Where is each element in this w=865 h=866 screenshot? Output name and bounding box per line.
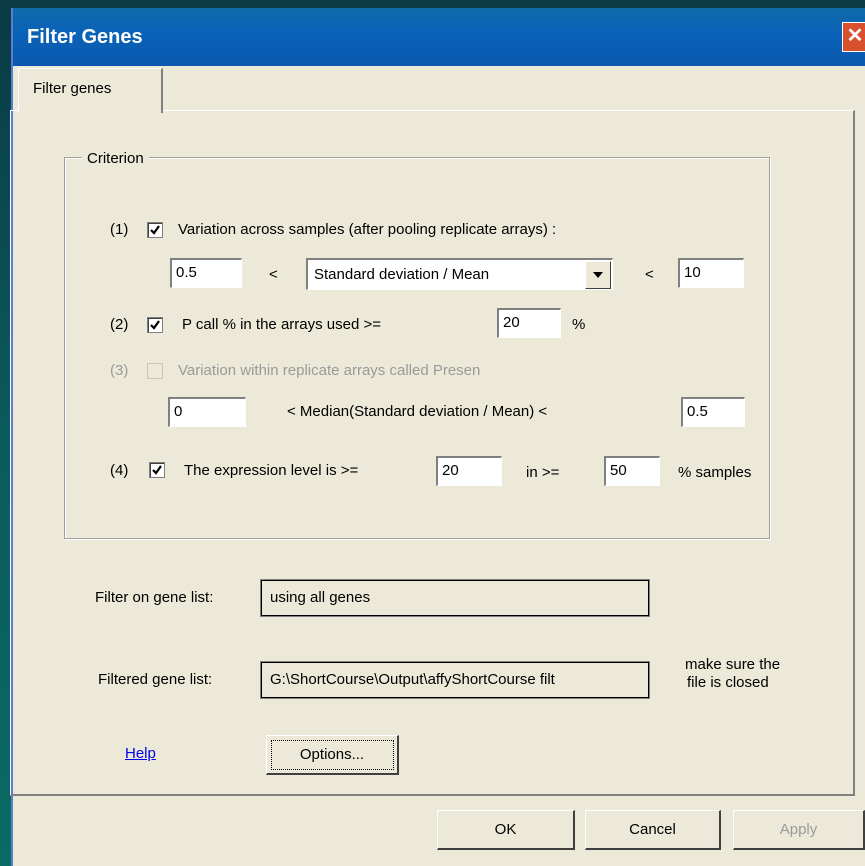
help-link[interactable]: Help xyxy=(125,745,156,762)
samples-unit: % samples xyxy=(678,464,752,481)
options-button[interactable]: Options... xyxy=(266,735,399,775)
criterion-4-checkbox[interactable] xyxy=(149,462,165,478)
dropdown-arrow-button[interactable] xyxy=(585,261,611,289)
criterion-legend: Criterion xyxy=(82,150,149,167)
filtered-gene-list-field[interactable]: G:\ShortCourse\Output\affyShortCourse fi… xyxy=(260,661,650,699)
criterion-1-checkbox[interactable] xyxy=(147,222,163,238)
replicate-variation-low-input[interactable]: 0 xyxy=(168,397,246,427)
window-title: Filter Genes xyxy=(27,26,143,48)
cancel-button[interactable]: Cancel xyxy=(585,810,721,850)
title-bar[interactable]: Filter Genes ✕ xyxy=(13,8,865,66)
variation-measure-select[interactable]: Standard deviation / Mean xyxy=(306,258,613,290)
criterion-1-number: (1) xyxy=(110,221,129,238)
criterion-group xyxy=(64,157,770,539)
criterion-2-checkbox[interactable] xyxy=(147,317,163,333)
criterion-3-checkbox[interactable] xyxy=(147,363,163,379)
criterion-3-number: (3) xyxy=(110,362,129,379)
file-closed-note-line1: make sure the xyxy=(685,656,781,673)
in-greater-equal-label: in >= xyxy=(526,464,560,481)
less-than-symbol: < xyxy=(269,266,278,283)
filter-on-gene-list-label: Filter on gene list: xyxy=(95,589,214,606)
close-icon: ✕ xyxy=(846,25,864,47)
filtered-gene-list-label: Filtered gene list: xyxy=(98,671,213,688)
replicate-variation-high-input[interactable]: 0.5 xyxy=(681,397,745,427)
less-than-symbol: < xyxy=(645,266,654,283)
file-closed-note-line2: file is closed xyxy=(687,674,769,691)
close-button[interactable]: ✕ xyxy=(842,22,865,52)
ok-button[interactable]: OK xyxy=(437,810,575,850)
p-call-percent-input[interactable]: 20 xyxy=(497,308,561,338)
criterion-2-number: (2) xyxy=(110,316,129,333)
criterion-2-label: P call % in the arrays used >= xyxy=(182,316,381,333)
sample-percent-input[interactable]: 50 xyxy=(604,456,660,486)
criterion-3-label: Variation within replicate arrays called… xyxy=(178,362,481,379)
percent-unit: % xyxy=(572,316,586,333)
checkmark-icon xyxy=(150,320,160,330)
checkmark-icon xyxy=(150,225,160,235)
checkmark-icon xyxy=(152,465,162,475)
chevron-down-icon xyxy=(593,272,603,278)
gene-list-field[interactable]: using all genes xyxy=(260,579,650,617)
variation-high-input[interactable]: 10 xyxy=(678,258,744,288)
criterion-4-label: The expression level is >= xyxy=(184,462,359,479)
criterion-4-number: (4) xyxy=(110,462,129,479)
apply-button[interactable]: Apply xyxy=(733,810,865,850)
tab-label: Filter genes xyxy=(33,80,112,97)
criterion-1-label: Variation across samples (after pooling … xyxy=(178,221,557,238)
median-sd-mean-label: < Median(Standard deviation / Mean) < xyxy=(287,403,548,420)
expression-level-input[interactable]: 20 xyxy=(436,456,502,486)
variation-low-input[interactable]: 0.5 xyxy=(170,258,242,288)
tab-filter-genes[interactable]: Filter genes xyxy=(18,68,163,113)
variation-measure-value: Standard deviation / Mean xyxy=(314,266,490,283)
